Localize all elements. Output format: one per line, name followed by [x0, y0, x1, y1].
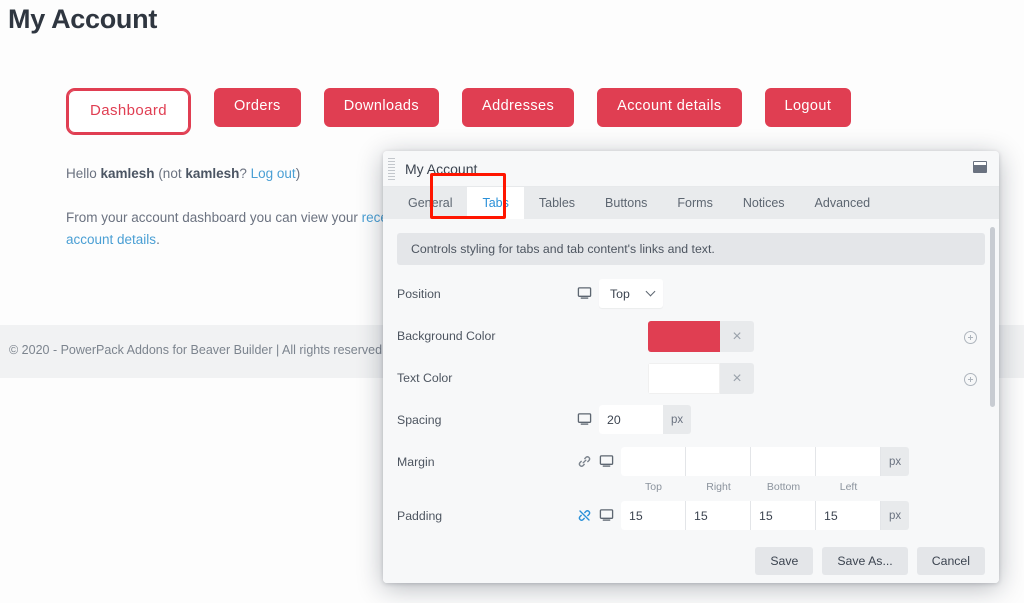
- drag-handle-icon[interactable]: [388, 158, 395, 181]
- background-color-clear-icon[interactable]: ×: [720, 321, 754, 352]
- dashboard-description: From your account dashboard you can view…: [66, 207, 406, 251]
- position-value: Top: [610, 286, 630, 301]
- text-color-swatch[interactable]: [648, 363, 720, 394]
- spacing-control: px: [599, 405, 692, 434]
- padding-unit: px: [889, 509, 902, 522]
- margin-control: px Top Right Bottom Left: [621, 447, 910, 493]
- account-body: Hello kamlesh (not kamlesh? Log out) Fro…: [66, 164, 406, 251]
- save-button[interactable]: Save: [755, 547, 814, 575]
- account-tab-dashboard[interactable]: Dashboard: [66, 88, 191, 135]
- field-row-background-color: Background Color ×: [383, 321, 999, 363]
- padding-label: Padding: [397, 509, 443, 523]
- desktop-icon[interactable]: [577, 286, 592, 301]
- greeting-username: kamlesh: [100, 166, 155, 181]
- background-color-control: ×: [648, 321, 754, 352]
- margin-unit: px: [889, 455, 902, 468]
- section-description: Controls styling for tabs and tab conten…: [397, 233, 985, 265]
- margin-label: Margin: [397, 455, 435, 469]
- desktop-icon[interactable]: [599, 454, 614, 469]
- dashboard-text-part1: From your account dashboard you can view…: [66, 210, 362, 226]
- logout-link[interactable]: Log out: [251, 166, 296, 181]
- tab-buttons[interactable]: Buttons: [590, 187, 662, 219]
- dashboard-text-end: .: [156, 232, 160, 248]
- account-tab-downloads[interactable]: Downloads: [323, 88, 440, 127]
- tab-tabs[interactable]: Tabs: [467, 187, 524, 219]
- text-color-clear-icon[interactable]: ×: [720, 363, 754, 394]
- tab-general[interactable]: General: [393, 187, 467, 219]
- tab-tables[interactable]: Tables: [524, 187, 590, 219]
- greeting-not: (not: [154, 166, 186, 181]
- field-row-padding: Padding px: [383, 501, 999, 543]
- spacing-label: Spacing: [397, 413, 442, 427]
- account-nav: Dashboard Orders Downloads Addresses Acc…: [66, 88, 852, 135]
- modal-footer: Save Save As... Cancel: [383, 539, 999, 583]
- margin-right-input[interactable]: [686, 447, 751, 476]
- padding-left-input[interactable]: [816, 501, 881, 530]
- position-label: Position: [397, 287, 441, 301]
- modal-titlebar[interactable]: My Account: [383, 151, 999, 187]
- link-icon[interactable]: [577, 454, 592, 469]
- greeting-hello: Hello: [66, 166, 101, 181]
- margin-top-sublabel: Top: [645, 481, 662, 493]
- account-tab-account-details[interactable]: Account details: [597, 88, 742, 127]
- copyright-text: © 2020 - PowerPack Addons for Beaver Bui…: [9, 343, 383, 357]
- maximize-icon[interactable]: [973, 161, 987, 173]
- greeting-close: ): [295, 166, 301, 181]
- text-color-add-icon[interactable]: [964, 373, 977, 386]
- modal-content: Controls styling for tabs and tab conten…: [383, 219, 999, 583]
- text-color-control: ×: [648, 363, 754, 394]
- field-row-margin: Margin px Top Right Bottom Left: [383, 447, 999, 493]
- padding-bottom-input[interactable]: [751, 501, 816, 530]
- spacing-input[interactable]: [599, 405, 663, 434]
- greeting-line: Hello kamlesh (not kamlesh? Log out): [66, 164, 406, 184]
- margin-left-input[interactable]: [816, 447, 881, 476]
- field-row-position: Position Top: [383, 279, 999, 321]
- margin-right-sublabel: Right: [706, 481, 731, 493]
- text-color-label: Text Color: [397, 371, 453, 385]
- page-title: My Account: [8, 4, 158, 34]
- greeting-username-2: kamlesh: [185, 166, 240, 181]
- tab-advanced[interactable]: Advanced: [800, 187, 886, 219]
- modal-title: My Account: [405, 161, 478, 177]
- modal-tabbar: General Tabs Tables Buttons Forms Notice…: [383, 173, 999, 219]
- padding-top-input[interactable]: [621, 501, 686, 530]
- desktop-icon[interactable]: [599, 508, 614, 523]
- account-tab-orders[interactable]: Orders: [213, 88, 301, 127]
- account-details-link[interactable]: account details: [66, 232, 156, 247]
- greeting-question: ?: [239, 166, 251, 181]
- margin-top-input[interactable]: [621, 447, 686, 476]
- tab-notices[interactable]: Notices: [728, 187, 800, 219]
- desktop-icon[interactable]: [577, 412, 592, 427]
- settings-modal: My Account General Tabs Tables Buttons F…: [383, 151, 999, 583]
- padding-control: px: [621, 501, 910, 530]
- position-select[interactable]: Top: [599, 279, 663, 308]
- margin-bottom-sublabel: Bottom: [766, 481, 801, 493]
- background-color-label: Background Color: [397, 329, 496, 343]
- background-color-add-icon[interactable]: [964, 331, 977, 344]
- account-tab-logout[interactable]: Logout: [764, 88, 852, 127]
- spacing-unit: px: [671, 413, 684, 426]
- field-row-text-color: Text Color ×: [383, 363, 999, 405]
- cancel-button[interactable]: Cancel: [916, 547, 985, 575]
- field-row-spacing: Spacing px: [383, 405, 999, 447]
- background-color-swatch[interactable]: [648, 321, 720, 352]
- link-broken-icon[interactable]: [577, 508, 592, 523]
- padding-right-input[interactable]: [686, 501, 751, 530]
- tab-forms[interactable]: Forms: [662, 187, 727, 219]
- account-tab-addresses[interactable]: Addresses: [462, 88, 575, 127]
- margin-bottom-input[interactable]: [751, 447, 816, 476]
- screen: My Account Dashboard Orders Downloads Ad…: [0, 0, 1024, 603]
- save-as-button[interactable]: Save As...: [822, 547, 908, 575]
- margin-left-sublabel: Left: [839, 481, 858, 493]
